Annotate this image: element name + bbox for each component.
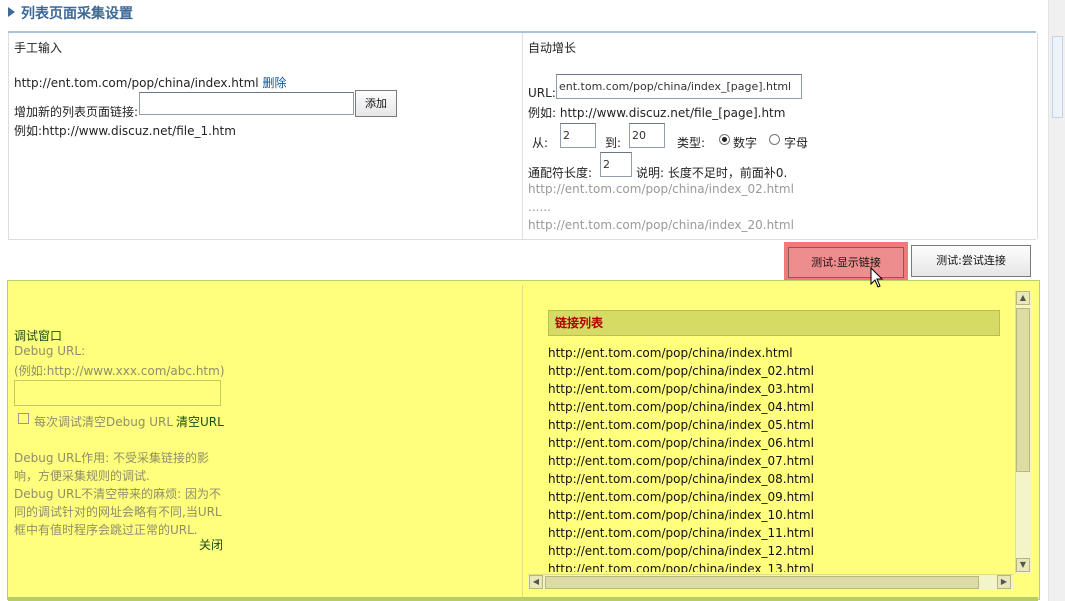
type-digit-radio[interactable] (719, 134, 730, 145)
new-url-input[interactable] (139, 92, 354, 115)
panel-bottom-border (8, 239, 1036, 240)
type-digit-label: 数字 (733, 136, 758, 150)
debug-help-line4: 同的调试针对的网址会略有不同,当URL (14, 505, 222, 519)
triangle-right-icon (8, 7, 15, 17)
debug-divider (522, 285, 523, 598)
to-input[interactable] (629, 123, 665, 148)
column-divider (522, 33, 523, 239)
section-title: 列表页面采集设置 (8, 5, 133, 27)
list-item: http://ent.tom.com/pop/china/index_09.ht… (548, 490, 814, 504)
list-item: http://ent.tom.com/pop/china/index_03.ht… (548, 382, 814, 396)
manual-heading: 手工输入 (14, 41, 63, 55)
section-title-text: 列表页面采集设置 (21, 6, 133, 22)
preview-first: http://ent.tom.com/pop/china/index_02.ht… (528, 182, 794, 196)
debug-url-input[interactable] (14, 380, 221, 406)
from-label: 从: (532, 136, 549, 150)
type-letter-label: 字母 (784, 136, 809, 150)
preview-dots: ...... (528, 200, 551, 214)
add-url-label: 增加新的列表页面链接: (14, 105, 139, 119)
wildcard-input[interactable] (600, 152, 632, 177)
type-label: 类型: (677, 136, 706, 150)
page-scroll-thumb[interactable] (1052, 36, 1063, 118)
scroll-left-icon[interactable]: ◀ (529, 575, 543, 589)
wildcard-note: 说明: 长度不足时，前面补0. (636, 166, 788, 180)
list-item: http://ent.tom.com/pop/china/index_06.ht… (548, 436, 814, 450)
test-show-links-button[interactable]: 测试:显示链接 (784, 242, 908, 284)
debug-url-example: (例如:http://www.xxx.com/abc.htm) (14, 364, 225, 378)
list-item: http://ent.tom.com/pop/china/index_07.ht… (548, 454, 814, 468)
link-list-horizontal-scrollbar[interactable]: ◀ ▶ (528, 574, 1014, 590)
existing-url: http://ent.tom.com/pop/china/index.html (14, 76, 259, 90)
scroll-down-icon[interactable]: ▼ (1016, 558, 1030, 572)
from-input[interactable] (560, 123, 596, 148)
list-item: http://ent.tom.com/pop/china/index_13.ht… (548, 562, 814, 572)
manual-example: 例如:http://www.discuz.net/file_1.htm (14, 124, 236, 138)
list-item: http://ent.tom.com/pop/china/index_08.ht… (548, 472, 814, 486)
clear-url-link[interactable]: 清空URL (176, 413, 224, 430)
auto-example: 例如: http://www.discuz.net/file_[page].ht… (528, 106, 786, 120)
scroll-right-icon[interactable]: ▶ (997, 575, 1011, 589)
list-item: http://ent.tom.com/pop/china/index_11.ht… (548, 526, 814, 540)
link-list: http://ent.tom.com/pop/china/index.html … (548, 344, 814, 572)
list-item: http://ent.tom.com/pop/china/index_02.ht… (548, 364, 814, 378)
link-list-vertical-scrollbar[interactable]: ▲ ▼ (1015, 291, 1031, 573)
list-item: http://ent.tom.com/pop/china/index.html (548, 346, 793, 360)
delete-link[interactable]: 删除 (262, 76, 286, 90)
auto-url-input[interactable] (556, 74, 802, 99)
list-item: http://ent.tom.com/pop/china/index_04.ht… (548, 400, 814, 414)
clear-each-checkbox[interactable] (18, 413, 29, 424)
type-letter-radio[interactable] (769, 134, 780, 145)
debug-url-label: Debug URL: (14, 344, 86, 358)
close-link[interactable]: 关闭 (199, 536, 223, 553)
scroll-up-icon[interactable]: ▲ (1016, 291, 1030, 305)
debug-help-line1: Debug URL作用: 不受采集链接的影 (14, 451, 209, 465)
wildcard-label: 通配符长度: (528, 166, 593, 180)
debug-heading: 调试窗口 (14, 329, 63, 343)
test-show-links-label: 测试:显示链接 (788, 247, 904, 278)
to-label: 到: (605, 136, 622, 150)
vertical-scroll-thumb[interactable] (1016, 308, 1030, 472)
existing-url-row: http://ent.tom.com/pop/china/index.html … (14, 74, 286, 91)
horizontal-scroll-thumb[interactable] (545, 576, 979, 589)
debug-bottom-border (8, 597, 1038, 601)
list-item: http://ent.tom.com/pop/china/index_12.ht… (548, 544, 814, 558)
preview-last: http://ent.tom.com/pop/china/index_20.ht… (528, 218, 794, 232)
debug-help-line5: 框中有值时程序会跳过正常的URL. (14, 523, 198, 537)
mouse-cursor-icon (870, 267, 884, 288)
auto-heading: 自动增长 (528, 41, 577, 55)
debug-help-line2: 响，方便采集规则的调试. (14, 469, 150, 483)
auto-url-label: URL: (528, 86, 556, 100)
list-item: http://ent.tom.com/pop/china/index_10.ht… (548, 508, 814, 522)
add-button[interactable]: 添加 (355, 90, 397, 117)
test-try-connect-button[interactable]: 测试:尝试连接 (911, 245, 1031, 277)
list-item: http://ent.tom.com/pop/china/index_05.ht… (548, 418, 814, 432)
link-list-heading: 链接列表 (548, 310, 1000, 336)
clear-each-label: 每次调试清空Debug URL (34, 415, 174, 429)
debug-help-line3: Debug URL不清空带来的麻烦: 因为不 (14, 487, 221, 501)
